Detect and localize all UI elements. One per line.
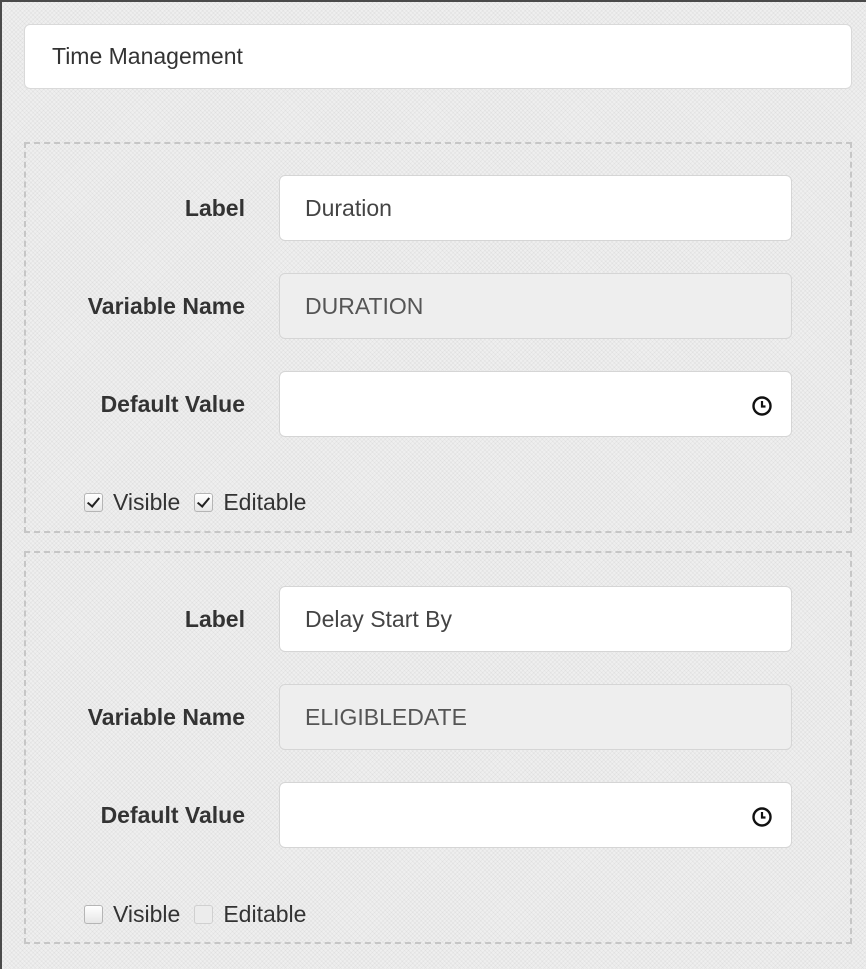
- clock-icon[interactable]: [751, 395, 773, 417]
- visible-checkbox[interactable]: [84, 904, 103, 924]
- field-group-delay-start: Label Delay Start By Variable Name ELIGI…: [24, 551, 852, 944]
- variable-name-input: ELIGIBLEDATE: [279, 684, 792, 750]
- label-caption: Label: [184, 195, 245, 221]
- default-value-caption: Default Value: [100, 802, 245, 828]
- field-group-duration: Label Duration Variable Name DURATION De…: [24, 142, 852, 533]
- editable-checkbox: [194, 904, 214, 924]
- editable-label: Editable: [223, 900, 307, 927]
- label-input[interactable]: Duration: [279, 175, 792, 241]
- form-panel: Time Management Label Duration Variable …: [0, 0, 866, 969]
- variable-name-caption: Variable Name: [87, 704, 245, 730]
- editable-checkbox[interactable]: [194, 492, 214, 512]
- variable-name-caption: Variable Name: [87, 293, 245, 319]
- label-caption: Label: [184, 606, 245, 632]
- clock-icon[interactable]: [751, 806, 773, 828]
- visible-checkbox[interactable]: [84, 492, 103, 512]
- visible-label: Visible: [113, 488, 181, 515]
- visible-label: Visible: [113, 900, 181, 927]
- visibility-options: Visible Editable: [84, 899, 320, 929]
- visibility-options: Visible Editable: [84, 487, 320, 517]
- label-input[interactable]: Delay Start By: [279, 586, 792, 652]
- variable-name-input: DURATION: [279, 273, 792, 339]
- panel-title-field[interactable]: Time Management: [24, 24, 852, 89]
- editable-label: Editable: [223, 488, 307, 515]
- default-value-input[interactable]: [279, 782, 792, 848]
- default-value-input[interactable]: [279, 371, 792, 437]
- default-value-caption: Default Value: [100, 391, 245, 417]
